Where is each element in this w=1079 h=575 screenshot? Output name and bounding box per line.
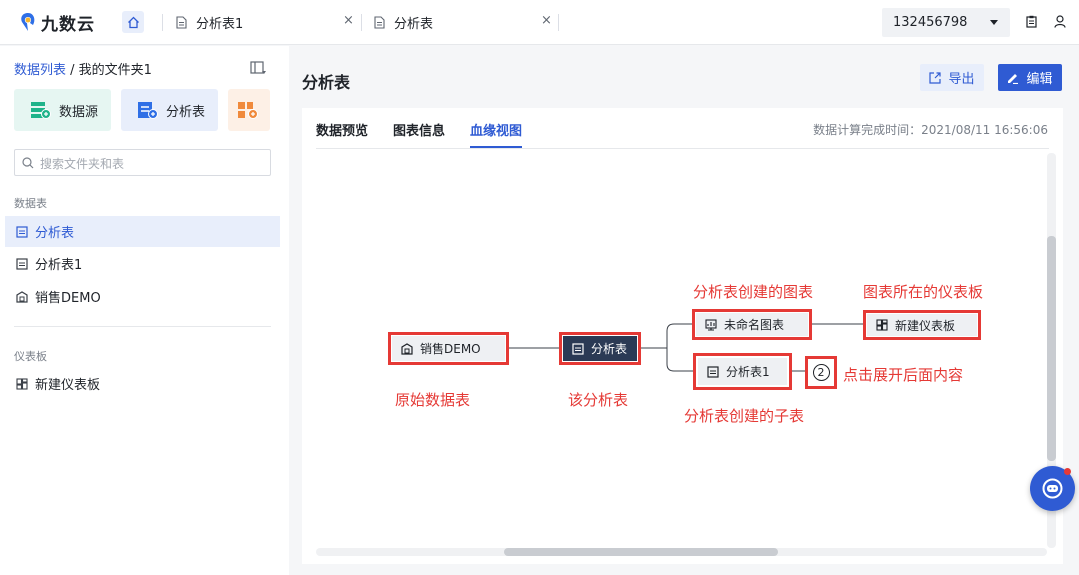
sidebar-item-label: 销售DEMO	[35, 291, 101, 306]
sidebar-divider	[14, 326, 271, 327]
sidebar-item-new-dashboard[interactable]: 新建仪表板	[5, 368, 280, 399]
node-label: 分析表1	[726, 365, 770, 379]
sidebar-item-analysis-table[interactable]: 分析表	[5, 216, 280, 247]
top-bar: 九数云 分析表1 × 分析表 × 132456798	[0, 0, 1079, 45]
home-button[interactable]	[122, 11, 144, 33]
annotation-child: 分析表创建的子表	[684, 407, 805, 425]
node-label: 分析表	[591, 342, 628, 356]
expand-button[interactable]: 2	[812, 364, 830, 381]
logo-icon	[21, 13, 35, 31]
sidebar-item-label: 新建仪表板	[35, 378, 101, 393]
edit-button[interactable]: 编辑	[998, 64, 1062, 91]
document-icon	[572, 342, 584, 355]
chart-highlight: 未命名图表	[692, 309, 812, 340]
add-data-source-icon	[31, 102, 51, 119]
add-analysis-table-button[interactable]: 分析表	[121, 89, 218, 131]
breadcrumb-current: 我的文件夹1	[78, 63, 152, 78]
sidebar: 数据列表 / 我的文件夹1 数据源 分析表 搜索文件夹和表 数据表 分析表 分析…	[0, 46, 289, 575]
close-tab-icon[interactable]: ×	[541, 13, 552, 28]
close-tab-icon[interactable]: ×	[343, 13, 354, 28]
edit-label: 编辑	[1026, 72, 1053, 87]
logo-text: 九数云	[41, 14, 95, 35]
chart-icon	[705, 318, 717, 331]
dashboard-icon	[876, 319, 888, 331]
account-value: 132456798	[893, 15, 968, 30]
chevron-down-icon	[990, 20, 998, 25]
node-label: 未命名图表	[724, 318, 785, 332]
export-label: 导出	[948, 72, 975, 87]
lineage-node-child[interactable]: 分析表1	[698, 358, 787, 385]
add-dashboard-button[interactable]	[228, 89, 270, 131]
document-icon	[16, 257, 28, 270]
tab-separator	[558, 14, 559, 31]
export-icon	[929, 71, 942, 84]
dashboard-highlight: 新建仪表板	[863, 310, 981, 340]
tab-label: 分析表	[394, 17, 434, 32]
export-button[interactable]: 导出	[920, 64, 984, 91]
breadcrumb-root-link[interactable]: 数据列表	[14, 63, 66, 78]
tab-separator	[361, 14, 362, 31]
document-icon	[374, 16, 385, 29]
quick-action-label: 分析表	[166, 104, 206, 120]
lineage-node-chart[interactable]: 未命名图表	[696, 313, 808, 336]
clipboard-icon[interactable]	[1026, 15, 1037, 28]
source-table-highlight: 销售DEMO	[388, 332, 509, 365]
folder-layout-icon[interactable]	[250, 61, 267, 75]
dashboard-icon	[16, 377, 28, 390]
annotation-dashboard: 图表所在的仪表板	[863, 283, 984, 301]
annotation-chart: 分析表创建的图表	[693, 283, 814, 301]
lineage-node-dashboard[interactable]: 新建仪表板	[867, 314, 977, 336]
quick-action-label: 数据源	[59, 104, 99, 120]
search-placeholder: 搜索文件夹和表	[40, 157, 125, 171]
node-label: 销售DEMO	[420, 342, 481, 356]
vertical-scrollbar-thumb[interactable]	[1047, 236, 1056, 461]
chat-support-icon	[1042, 478, 1063, 499]
database-table-icon	[16, 290, 28, 303]
sidebar-item-label: 分析表1	[35, 258, 83, 273]
content-panel: 数据预览 图表信息 血缘视图 数据计算完成时间：2021/08/11 16:56…	[302, 108, 1063, 564]
annotation-current: 该分析表	[568, 391, 629, 409]
section-dashboards-heading: 仪表板	[14, 350, 47, 363]
sidebar-item-analysis-table-1[interactable]: 分析表1	[5, 248, 280, 279]
document-icon	[707, 365, 719, 378]
search-input[interactable]: 搜索文件夹和表	[14, 149, 271, 176]
search-icon	[22, 157, 34, 169]
breadcrumb-separator: /	[66, 63, 79, 78]
app-logo[interactable]: 九数云	[18, 10, 95, 35]
lineage-node-current[interactable]: 分析表	[563, 336, 637, 361]
sidebar-item-sales-demo[interactable]: 销售DEMO	[5, 281, 280, 312]
child-table-highlight: 分析表1	[693, 353, 792, 390]
add-dashboard-icon	[238, 102, 258, 119]
notification-dot	[1064, 468, 1071, 475]
section-tables-heading: 数据表	[14, 197, 47, 210]
account-select[interactable]: 132456798	[882, 8, 1010, 37]
current-table-highlight: 分析表	[559, 332, 641, 365]
page-title: 分析表	[302, 73, 351, 92]
annotation-source: 原始数据表	[395, 391, 471, 409]
horizontal-scrollbar-thumb[interactable]	[504, 548, 778, 556]
tab-analysis-table-1[interactable]: 分析表1	[176, 0, 243, 45]
annotation-expand: 点击展开后面内容	[843, 366, 964, 384]
document-icon	[16, 225, 28, 238]
add-analysis-table-icon	[138, 102, 158, 119]
expand-highlight: 2	[805, 356, 837, 389]
tab-analysis-table[interactable]: 分析表	[374, 0, 433, 45]
node-label: 新建仪表板	[895, 318, 956, 333]
home-icon	[127, 16, 139, 28]
breadcrumb: 数据列表 / 我的文件夹1	[14, 59, 152, 78]
document-icon	[176, 16, 187, 29]
sidebar-item-label: 分析表	[35, 226, 75, 241]
user-icon[interactable]	[1054, 15, 1066, 28]
edit-icon	[1008, 73, 1019, 84]
tab-label: 分析表1	[196, 17, 244, 32]
tab-separator	[162, 14, 163, 31]
database-table-icon	[401, 342, 413, 355]
add-data-source-button[interactable]: 数据源	[14, 89, 111, 131]
lineage-node-source[interactable]: 销售DEMO	[392, 336, 505, 361]
